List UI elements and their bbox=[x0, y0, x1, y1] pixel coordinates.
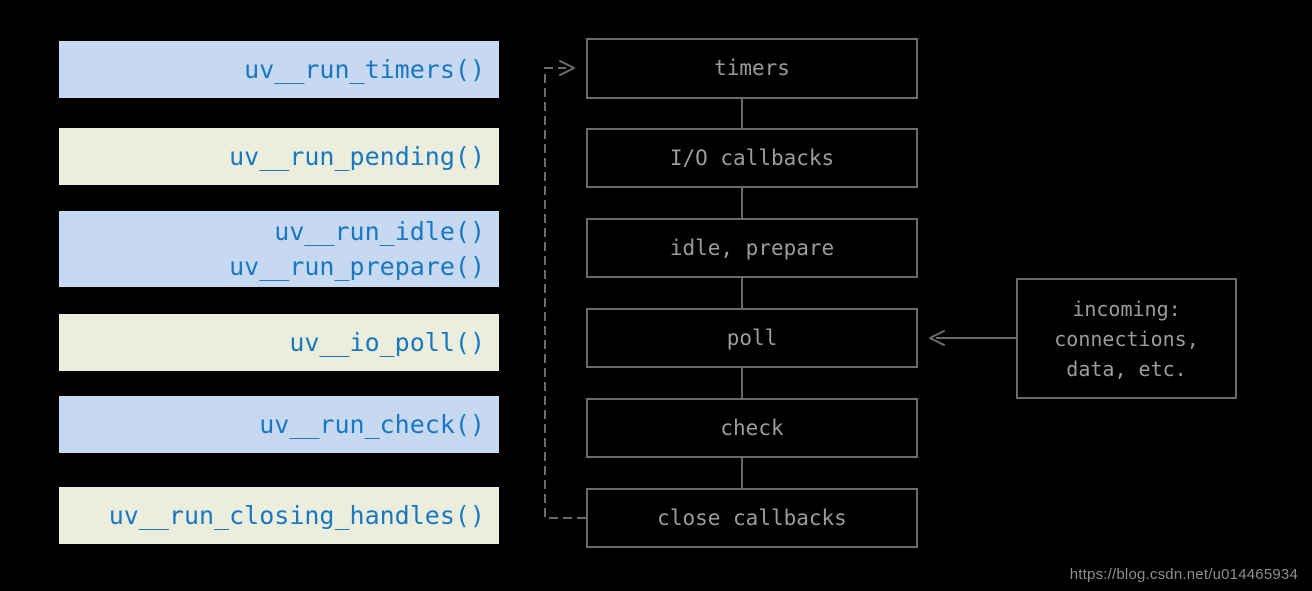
api-label: uv__run_closing_handles() bbox=[108, 500, 485, 530]
note-line: connections, bbox=[1054, 326, 1199, 351]
api-box-run-idle-prepare: uv__run_idle() uv__run_prepare() bbox=[59, 211, 499, 287]
phase-label: check bbox=[720, 415, 784, 440]
api-box-run-pending: uv__run_pending() bbox=[59, 128, 499, 185]
connector-io-to-idle bbox=[741, 188, 743, 218]
api-label: uv__run_check() bbox=[259, 409, 485, 439]
api-label: uv__io_poll() bbox=[289, 327, 485, 357]
phase-box-timers: timers bbox=[586, 38, 918, 99]
note-line: data, etc. bbox=[1066, 356, 1187, 381]
phase-label: poll bbox=[726, 325, 778, 350]
phase-label: idle, prepare bbox=[669, 235, 835, 260]
api-box-run-closing-handles: uv__run_closing_handles() bbox=[59, 487, 499, 544]
phase-box-idle-prepare: idle, prepare bbox=[586, 218, 918, 278]
diagram-canvas: uv__run_timers() uv__run_pending() uv__r… bbox=[0, 0, 1312, 591]
watermark: https://blog.csdn.net/u014465934 bbox=[1069, 566, 1298, 583]
incoming-arrowhead-icon bbox=[929, 330, 945, 346]
phase-box-close-callbacks: close callbacks bbox=[586, 488, 918, 548]
phase-box-io-callbacks: I/O callbacks bbox=[586, 128, 918, 188]
phase-box-poll: poll bbox=[586, 308, 918, 368]
loop-back-arrowhead-icon bbox=[559, 60, 575, 76]
api-label: uv__run_timers() bbox=[244, 54, 485, 84]
phase-label: timers bbox=[714, 56, 790, 81]
note-line: incoming: bbox=[1072, 296, 1181, 321]
api-label: uv__run_prepare() bbox=[229, 252, 485, 281]
incoming-note-box: incoming: connections, data, etc. bbox=[1016, 278, 1237, 399]
api-box-run-check: uv__run_check() bbox=[59, 396, 499, 453]
api-box-run-timers: uv__run_timers() bbox=[59, 41, 499, 98]
loop-back-arrow bbox=[544, 67, 586, 519]
api-label: uv__run_pending() bbox=[229, 141, 485, 171]
phase-box-check: check bbox=[586, 398, 918, 458]
connector-timers-to-io bbox=[741, 99, 743, 128]
connector-idle-to-poll bbox=[741, 278, 743, 308]
api-box-io-poll: uv__io_poll() bbox=[59, 314, 499, 371]
phase-label: I/O callbacks bbox=[669, 145, 835, 170]
phase-label: close callbacks bbox=[657, 505, 847, 530]
connector-poll-to-check bbox=[741, 368, 743, 398]
api-label: uv__run_idle() bbox=[274, 216, 485, 246]
connector-check-to-close bbox=[741, 458, 743, 488]
